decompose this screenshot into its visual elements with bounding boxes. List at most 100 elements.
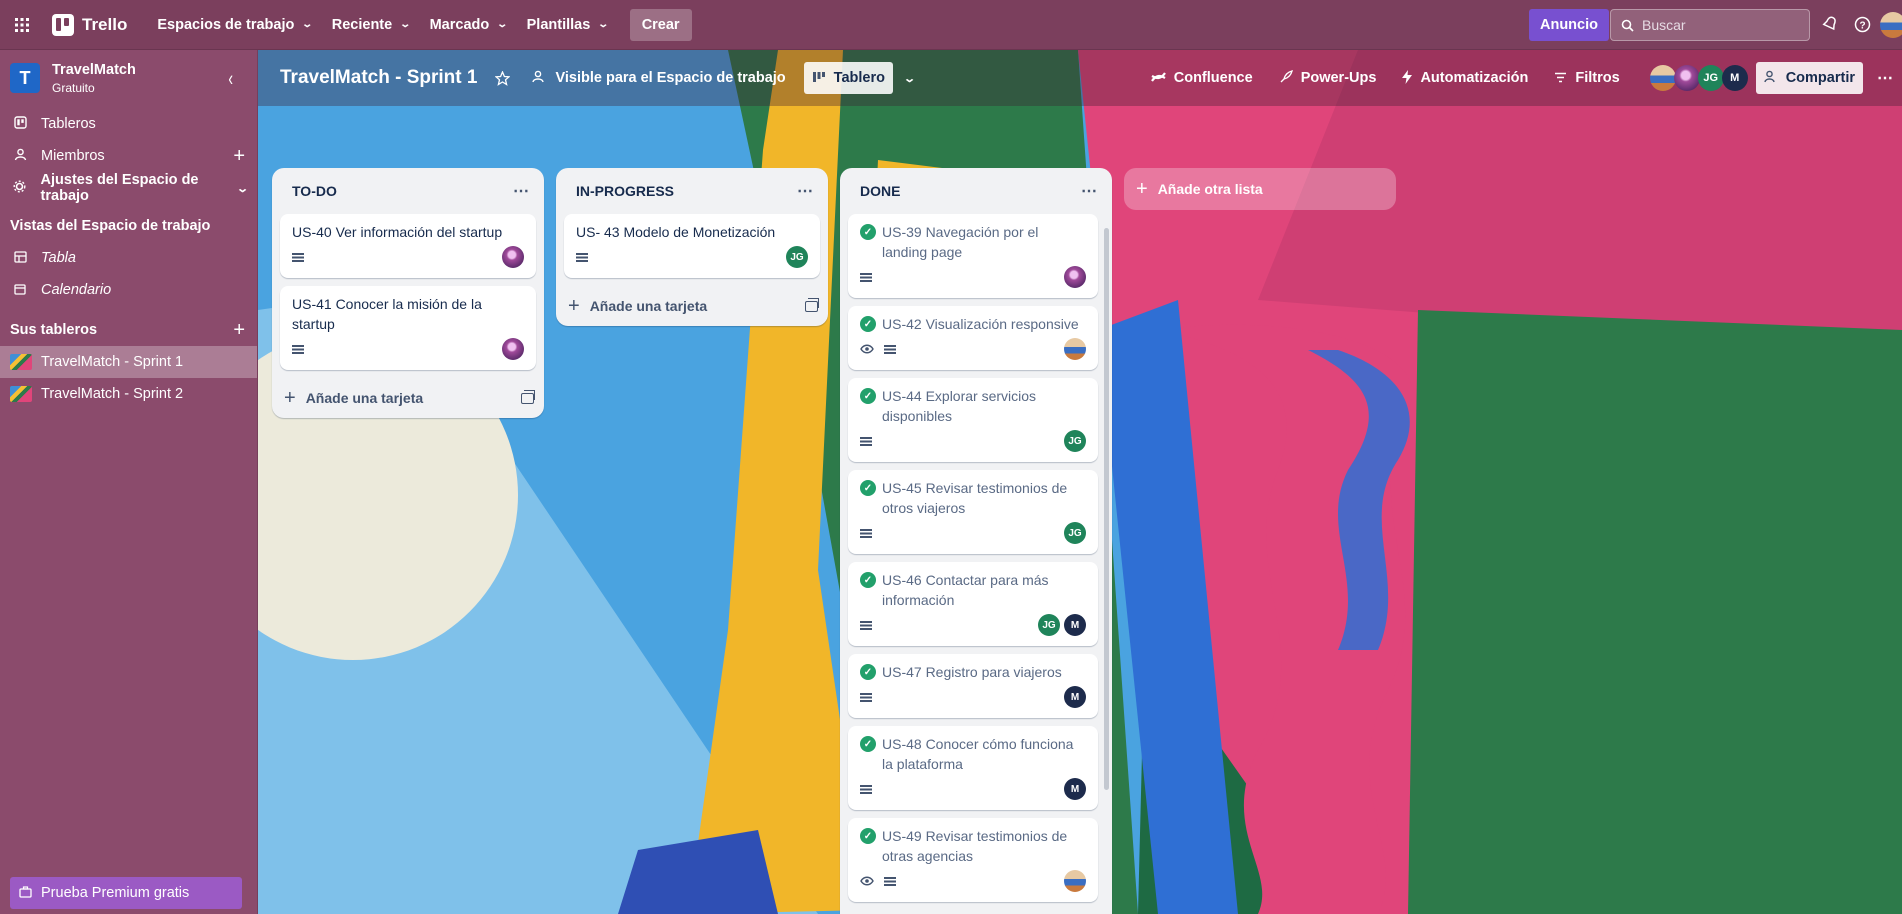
card[interactable]: ✓ US-48 Conocer cómo funciona la platafor… bbox=[848, 726, 1098, 810]
complete-check-icon[interactable]: ✓ bbox=[860, 664, 876, 680]
sidebar-item-members[interactable]: Miembros + bbox=[0, 140, 257, 172]
complete-check-icon[interactable]: ✓ bbox=[860, 736, 876, 752]
notifications-icon[interactable] bbox=[1819, 13, 1841, 35]
card[interactable]: ✓ US-45 Revisar testimonios de otros viaj… bbox=[848, 470, 1098, 554]
menu-workspaces[interactable]: Espacios de trabajo ⌄ bbox=[147, 9, 321, 41]
card[interactable]: US-41 Conocer la misión de la startup bbox=[280, 286, 536, 370]
card-badges bbox=[860, 262, 1086, 292]
filters-button[interactable]: Filtros bbox=[1546, 62, 1627, 94]
complete-check-icon[interactable]: ✓ bbox=[860, 828, 876, 844]
sidebar-item-boards[interactable]: Tableros bbox=[0, 108, 257, 140]
member-avatar[interactable]: JG bbox=[1064, 522, 1086, 544]
complete-check-icon[interactable]: ✓ bbox=[860, 224, 876, 240]
list-cards: US- 43 Modelo de Monetización JG bbox=[556, 214, 828, 278]
list-menu-icon[interactable]: ⋯ bbox=[513, 181, 530, 201]
member-avatar[interactable]: M bbox=[1064, 614, 1086, 636]
member-avatar[interactable] bbox=[502, 246, 524, 268]
menu-recent[interactable]: Reciente ⌄ bbox=[322, 9, 420, 41]
complete-check-icon[interactable]: ✓ bbox=[860, 572, 876, 588]
card[interactable]: ✓ US-49 Revisar testimonios de otras agen… bbox=[848, 818, 1098, 902]
card-title: US-45 Revisar testimonios de otros viaje… bbox=[882, 480, 1068, 516]
board-title[interactable]: TravelMatch - Sprint 1 bbox=[280, 67, 477, 89]
add-card-button[interactable]: +Añade una tarjeta bbox=[840, 910, 1112, 914]
member-avatar[interactable]: JG bbox=[1697, 65, 1724, 91]
card[interactable]: ✓ US-46 Contactar para más información JG M bbox=[848, 562, 1098, 646]
member-avatar[interactable] bbox=[1064, 338, 1086, 360]
card-title: US-42 Visualización responsive bbox=[882, 316, 1079, 332]
member-avatar[interactable]: JG bbox=[786, 246, 808, 268]
card[interactable]: ✓ US-42 Visualización responsive bbox=[848, 306, 1098, 370]
sidebar-item-table[interactable]: Tabla bbox=[0, 242, 257, 274]
member-avatar[interactable] bbox=[1673, 65, 1700, 91]
add-card-label: Añade una tarjeta bbox=[305, 390, 424, 406]
sidebar-item-settings[interactable]: Ajustes del Espacio de trabajo ⌄ bbox=[0, 172, 257, 204]
list-cards: US-40 Ver información del startup US-41 C… bbox=[272, 214, 544, 370]
list-header[interactable]: IN-PROGRESS ⋯ bbox=[556, 168, 828, 214]
card-members: JG M bbox=[1038, 614, 1086, 636]
member-avatar[interactable]: M bbox=[1721, 65, 1748, 91]
trello-logo[interactable]: Trello bbox=[46, 9, 133, 41]
add-card-button[interactable]: +Añade una tarjeta bbox=[272, 378, 544, 418]
plus-icon: + bbox=[568, 294, 580, 317]
member-avatar[interactable] bbox=[1649, 65, 1676, 91]
card[interactable]: ✓ US-47 Registro para viajeros M bbox=[848, 654, 1098, 718]
power-ups-button[interactable]: Power-Ups bbox=[1271, 62, 1385, 94]
member-avatar[interactable] bbox=[1064, 266, 1086, 288]
star-icon[interactable] bbox=[489, 62, 516, 94]
card-title: US- 43 Modelo de Monetización bbox=[576, 224, 776, 240]
app-switcher-icon[interactable] bbox=[6, 9, 38, 41]
list-menu-icon[interactable]: ⋯ bbox=[1081, 181, 1098, 201]
create-from-template-icon[interactable] bbox=[521, 389, 535, 404]
list-header[interactable]: DONE ⋯ bbox=[840, 168, 1112, 214]
list-title[interactable]: IN-PROGRESS bbox=[576, 183, 674, 199]
search-input[interactable]: Buscar bbox=[1610, 9, 1810, 41]
create-button[interactable]: Crear bbox=[629, 8, 692, 41]
list-title[interactable]: DONE bbox=[860, 183, 900, 199]
share-button[interactable]: Compartir bbox=[1755, 62, 1863, 94]
member-avatar[interactable] bbox=[502, 338, 524, 360]
list-scrollbar[interactable] bbox=[1104, 228, 1109, 790]
view-board-button[interactable]: Tablero bbox=[803, 62, 893, 94]
confluence-button[interactable]: Confluence bbox=[1143, 62, 1261, 94]
create-from-template-icon[interactable] bbox=[805, 297, 819, 312]
member-avatar[interactable] bbox=[1064, 870, 1086, 892]
announcement-button[interactable]: Anuncio bbox=[1529, 9, 1609, 41]
complete-check-icon[interactable]: ✓ bbox=[860, 480, 876, 496]
add-list-button[interactable]: + Añade otra lista bbox=[1124, 168, 1396, 210]
description-icon bbox=[860, 436, 872, 446]
list-menu-icon[interactable]: ⋯ bbox=[797, 181, 814, 201]
visibility-button[interactable]: Visible para el Espacio de trabajo bbox=[524, 62, 793, 94]
help-icon[interactable]: ? bbox=[1851, 13, 1873, 35]
card-members bbox=[502, 246, 524, 268]
add-list-label: Añade otra lista bbox=[1157, 181, 1263, 197]
sidebar-board-sprint-2[interactable]: TravelMatch - Sprint 2 bbox=[0, 378, 257, 410]
member-avatar[interactable]: M bbox=[1064, 686, 1086, 708]
card[interactable]: US- 43 Modelo de Monetización JG bbox=[564, 214, 820, 278]
complete-check-icon[interactable]: ✓ bbox=[860, 388, 876, 404]
sidebar-item-calendar[interactable]: Calendario bbox=[0, 274, 257, 306]
add-board-icon[interactable]: + bbox=[233, 319, 245, 342]
try-premium-button[interactable]: Prueba Premium gratis bbox=[10, 877, 242, 909]
list-header[interactable]: TO-DO ⋯ bbox=[272, 168, 544, 214]
card[interactable]: ✓ US-39 Navegación por el landing page bbox=[848, 214, 1098, 298]
list-title[interactable]: TO-DO bbox=[292, 183, 337, 199]
card[interactable]: ✓ US-44 Explorar servicios disponibles JG bbox=[848, 378, 1098, 462]
board-menu-icon[interactable]: ⋯ bbox=[1869, 62, 1902, 94]
collapse-sidebar-icon[interactable]: ‹ bbox=[228, 66, 233, 90]
sidebar-board-sprint-1[interactable]: TravelMatch - Sprint 1 bbox=[0, 346, 257, 378]
card[interactable]: US-40 Ver información del startup bbox=[280, 214, 536, 278]
user-avatar[interactable] bbox=[1880, 12, 1902, 38]
lightning-icon bbox=[1402, 69, 1413, 87]
view-switcher-chevron-icon[interactable]: ⌄ bbox=[892, 62, 927, 94]
menu-templates[interactable]: Plantillas ⌄ bbox=[517, 9, 618, 41]
menu-starred[interactable]: Marcado ⌄ bbox=[420, 9, 517, 41]
member-avatar[interactable]: JG bbox=[1038, 614, 1060, 636]
member-avatar[interactable]: M bbox=[1064, 778, 1086, 800]
member-avatar[interactable]: JG bbox=[1064, 430, 1086, 452]
automation-button[interactable]: Automatización bbox=[1394, 62, 1536, 94]
confluence-icon bbox=[1150, 70, 1166, 87]
add-card-button[interactable]: +Añade una tarjeta bbox=[556, 286, 828, 326]
add-member-icon[interactable]: + bbox=[233, 145, 245, 168]
complete-check-icon[interactable]: ✓ bbox=[860, 316, 876, 332]
card-members bbox=[1064, 266, 1086, 288]
